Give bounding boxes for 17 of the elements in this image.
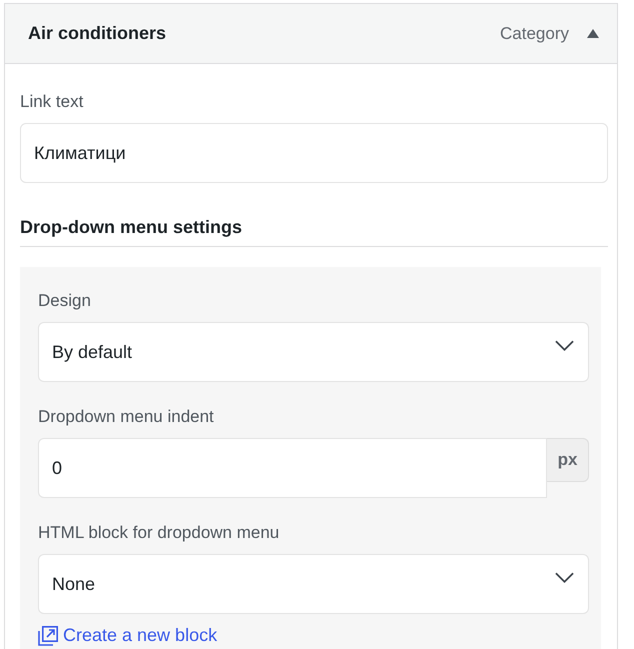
field-label: Dropdown menu indent: [38, 406, 215, 428]
type-label: Category: [500, 24, 569, 44]
panel-header[interactable]: Air conditioners Category: [5, 4, 617, 64]
number-input[interactable]: 0: [38, 438, 547, 498]
select-dropdown[interactable]: None: [38, 554, 589, 614]
external-link-icon: [38, 626, 58, 646]
section-title: Drop-down menu settings: [20, 215, 608, 247]
unit-label: px: [547, 438, 589, 482]
select-dropdown[interactable]: By default: [38, 322, 589, 382]
field-label: Design: [38, 290, 92, 312]
panel-title: Air conditioners: [28, 23, 168, 44]
chevron-down-icon: [555, 340, 574, 350]
link-text-input[interactable]: Климатици: [20, 123, 608, 183]
create-block-link[interactable]: Create a new block: [38, 625, 218, 646]
field-label: HTML block for dropdown menu: [38, 522, 280, 544]
chevron-down-icon: [555, 572, 574, 582]
field-label: Link text: [20, 91, 84, 113]
